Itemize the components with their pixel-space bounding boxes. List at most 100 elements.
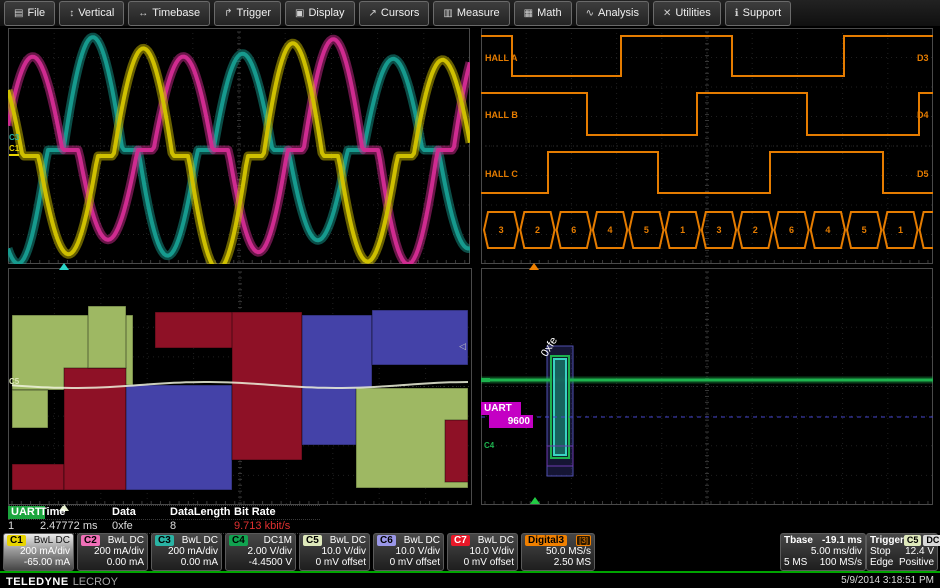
digital-panel[interactable]: HALL AD3HALL BD4HALL CD5326451326451 [481, 28, 933, 264]
trigger-time-marker-serial[interactable] [530, 497, 540, 504]
uart-decoder-badge[interactable]: UART [481, 402, 521, 415]
tbase-samples: 5 MS [784, 557, 807, 568]
c5-scale: 10.0 V/div [322, 546, 366, 557]
trigger-slope: Positive [899, 557, 934, 568]
label-HALL-A: HALL A [485, 53, 518, 63]
trigger-edge-icon: ↱ [224, 8, 232, 19]
descriptor-c2[interactable]: C2BwL DC 200 mA/div 0.00 mA [77, 533, 148, 571]
descriptor-c7[interactable]: C7BwL DC 10.0 V/div 0 mV offset [447, 533, 518, 571]
menu-support[interactable]: ℹ Support [725, 1, 791, 26]
c3-position-marker[interactable]: C3 [9, 134, 19, 142]
menu-cursors-label: Cursors [381, 7, 420, 19]
menu-vertical[interactable]: ↕Vertical [59, 1, 124, 26]
label-HALL-C: HALL C [485, 169, 518, 179]
bus-value: 4 [608, 225, 613, 235]
descriptor-trigger[interactable]: TriggerC5DC Stop12.4 V EdgePositive [866, 533, 938, 571]
c2-badge: C2 [81, 535, 100, 546]
c4-coupling: DC1M [264, 535, 292, 546]
menu-utilities[interactable]: ✕ Utilities [653, 1, 721, 26]
serial-trace [481, 268, 933, 505]
descriptor-tbase[interactable]: Tbase-19.1 ms 5.00 ms/div 5 MS100 MS/s [780, 533, 866, 571]
digital-traces: HALL AD3HALL BD4HALL CD5326451326451 [481, 28, 933, 264]
brand-teledyne: TELEDYNE [6, 576, 69, 588]
menu-measure[interactable]: ▥Measure [433, 1, 509, 26]
trigger-time-marker-digital[interactable] [529, 263, 539, 270]
menu-cursors[interactable]: ↗Cursors [359, 1, 430, 26]
analog-waveforms [8, 28, 470, 264]
uart-baud-badge[interactable]: 9600 [489, 415, 533, 428]
menu-utilities-label: Utilities [675, 7, 710, 19]
menu-analysis[interactable]: ∿ Analysis [576, 1, 649, 26]
digital3-samples: 2.50 MS [554, 557, 591, 568]
uart-result-table[interactable]: UART Time Data DataLength Bit Rate 1 2.4… [8, 505, 320, 534]
uart-table-header: UART Time Data DataLength Bit Rate [8, 506, 320, 520]
c6-scale: 10.0 V/div [396, 546, 440, 557]
descriptor-c5[interactable]: C5BwL DC 10.0 V/div 0 mV offset [299, 533, 370, 571]
menu-analysis-label: Analysis [598, 7, 639, 19]
col-bitrate: Bit Rate [234, 506, 320, 519]
descriptor-bar: C1BwL DC 200 mA/div -65.00 mA C2BwL DC 2… [0, 532, 940, 571]
pwm-waveforms [8, 268, 472, 505]
col-time: Time [40, 506, 112, 519]
burst-highlight [554, 359, 566, 455]
bus-value: 1 [680, 225, 685, 235]
trigger-source-badge: C5 [904, 535, 922, 546]
bus-value: 3 [499, 225, 504, 235]
bus-value: 3 [716, 225, 721, 235]
menu-display[interactable]: ▣Display [285, 1, 355, 26]
c5-coupling: BwL DC [330, 535, 366, 546]
col-data: Data [112, 506, 170, 519]
bus-value: 2 [535, 225, 540, 235]
descriptor-digital3[interactable]: Digital3[3] 50.0 MS/s 2.50 MS [521, 533, 595, 571]
descriptor-c1[interactable]: C1BwL DC 200 mA/div -65.00 mA [3, 533, 74, 571]
trigger-type: Edge [870, 557, 893, 568]
label-D5: D5 [917, 169, 929, 179]
pwm-block-red [155, 312, 241, 348]
file-icon: ▤ [14, 8, 23, 19]
menu-display-label: Display [308, 7, 344, 19]
trigger-time-marker-analog[interactable] [59, 263, 69, 270]
cursor-level-marker[interactable]: ◁ [459, 342, 466, 351]
bus-value: 4 [825, 225, 830, 235]
pwm-block-blue [126, 385, 232, 490]
descriptor-c3[interactable]: C3BwL DC 200 mA/div 0.00 mA [151, 533, 222, 571]
c7-offset: 0 mV offset [464, 557, 514, 568]
pwm-block-red [12, 464, 64, 490]
menu-timebase[interactable]: ↔Timebase [128, 1, 210, 26]
brand-logo: TELEDYNELECROY [6, 572, 118, 588]
c2-offset: 0.00 mA [107, 557, 144, 568]
c5-position-marker[interactable]: C5 [9, 378, 19, 386]
serial-panel[interactable] [481, 268, 933, 505]
pwm-block-olive [88, 306, 126, 368]
trigger-label: Trigger [870, 535, 904, 546]
pwm-panel[interactable] [8, 268, 472, 505]
menu-math[interactable]: ▦Math [514, 1, 572, 26]
c1-position-marker[interactable]: C1 [9, 145, 19, 156]
menu-file-label: File [27, 7, 45, 19]
tbase-scale: 5.00 ms/div [811, 546, 862, 557]
menu-math-label: Math [537, 7, 561, 19]
c7-scale: 10.0 V/div [470, 546, 514, 557]
descriptor-c6[interactable]: C6BwL DC 10.0 V/div 0 mV offset [373, 533, 444, 571]
menu-file[interactable]: ▤ File [4, 1, 55, 26]
tbase-delay: -19.1 ms [822, 535, 862, 546]
c1-offset: -65.00 mA [24, 557, 70, 568]
bus-value: 6 [789, 225, 794, 235]
c4-badge: C4 [229, 535, 248, 546]
label-D3: D3 [917, 53, 929, 63]
c1-coupling: BwL DC [34, 535, 70, 546]
pwm-block-olive [12, 390, 48, 428]
c4-position-marker[interactable]: C4 [484, 442, 494, 450]
horizontal-arrows-icon: ↔ [138, 8, 148, 19]
trigger-level: 12.4 V [905, 546, 934, 557]
menu-measure-label: Measure [457, 7, 500, 19]
info-icon: ℹ [735, 8, 739, 19]
digital3-badge: Digital3 [525, 535, 567, 546]
tools-icon: ✕ [663, 8, 671, 19]
menu-support-label: Support [743, 7, 782, 19]
analog-panel[interactable] [8, 28, 470, 264]
menu-trigger[interactable]: ↱Trigger [214, 1, 281, 26]
waveform-chart-icon: ∿ [586, 8, 594, 19]
c3-coupling: BwL DC [182, 535, 218, 546]
descriptor-c4[interactable]: C4DC1M 2.00 V/div -4.4500 V [225, 533, 296, 571]
